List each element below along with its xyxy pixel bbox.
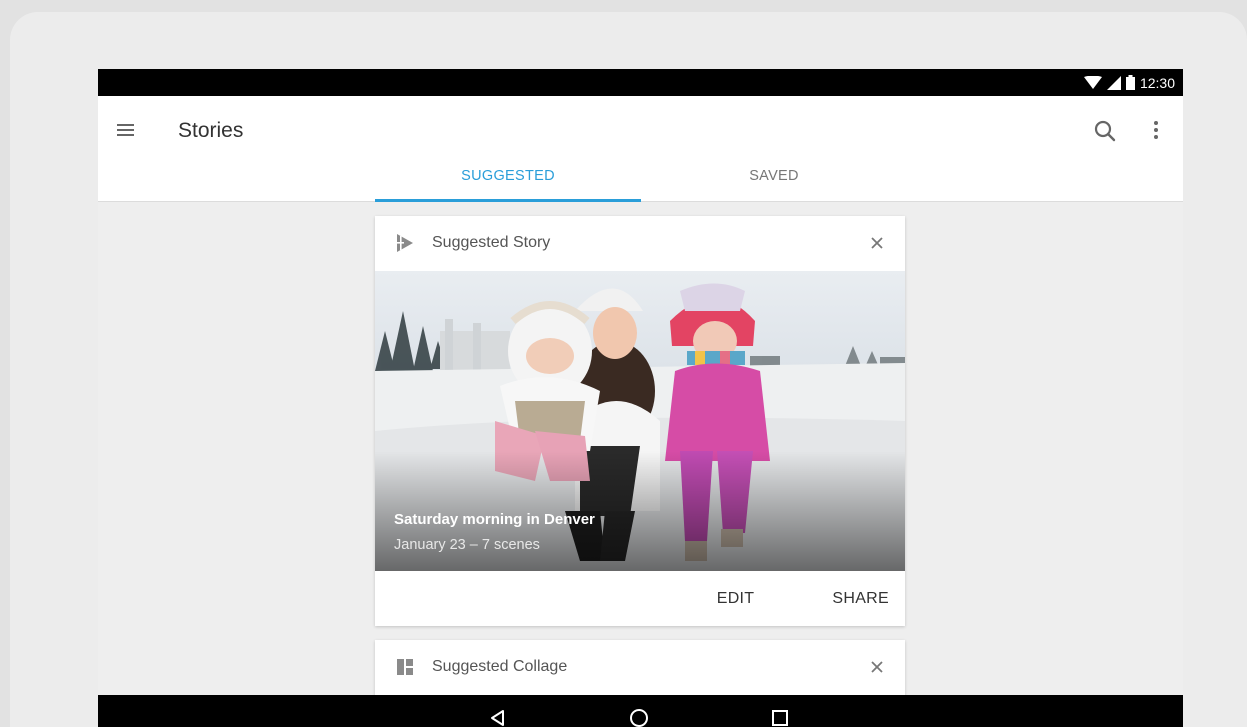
page-title: Stories bbox=[178, 119, 244, 142]
close-icon[interactable] bbox=[867, 657, 887, 677]
card-header: Suggested Collage bbox=[375, 640, 905, 695]
menu-icon[interactable] bbox=[116, 120, 136, 140]
tab-saved[interactable]: SAVED bbox=[641, 150, 907, 202]
story-photo[interactable]: Saturday morning in Denver January 23 – … bbox=[375, 271, 905, 571]
edit-button[interactable]: EDIT bbox=[717, 590, 755, 608]
story-photo-subtitle: January 23 – 7 scenes bbox=[394, 537, 540, 553]
back-icon[interactable] bbox=[488, 708, 508, 727]
suggested-story-card: Suggested Story Saturday morning in Denv… bbox=[375, 216, 905, 626]
tab-bar: SUGGESTED SAVED bbox=[375, 150, 907, 202]
card-actions: EDIT SHARE bbox=[375, 571, 905, 626]
status-time: 12:30 bbox=[1139, 74, 1175, 91]
search-icon[interactable] bbox=[1092, 118, 1118, 144]
battery-icon bbox=[1125, 75, 1135, 90]
close-icon[interactable] bbox=[867, 233, 887, 253]
screen: 12:30 Stories SUGGESTED SAVED Suggested … bbox=[98, 69, 1183, 727]
card-header: Suggested Story bbox=[375, 216, 905, 271]
home-icon[interactable] bbox=[629, 708, 649, 727]
card-title: Suggested Collage bbox=[432, 658, 568, 675]
tablet-frame: 12:30 Stories SUGGESTED SAVED Suggested … bbox=[10, 12, 1247, 727]
more-vert-icon[interactable] bbox=[1146, 118, 1166, 144]
card-title: Suggested Story bbox=[432, 234, 551, 251]
signal-icon bbox=[1106, 75, 1121, 90]
collage-icon bbox=[395, 657, 415, 677]
recents-icon[interactable] bbox=[770, 708, 790, 727]
tab-suggested[interactable]: SUGGESTED bbox=[375, 150, 641, 202]
wifi-icon bbox=[1083, 75, 1102, 90]
suggested-collage-card: Suggested Collage bbox=[375, 640, 905, 700]
story-icon bbox=[395, 233, 415, 253]
share-button[interactable]: SHARE bbox=[832, 590, 889, 608]
app-bar: Stories SUGGESTED SAVED bbox=[98, 96, 1183, 202]
story-photo-title: Saturday morning in Denver bbox=[394, 511, 595, 528]
navigation-bar bbox=[98, 695, 1183, 727]
status-bar: 12:30 bbox=[98, 69, 1183, 96]
